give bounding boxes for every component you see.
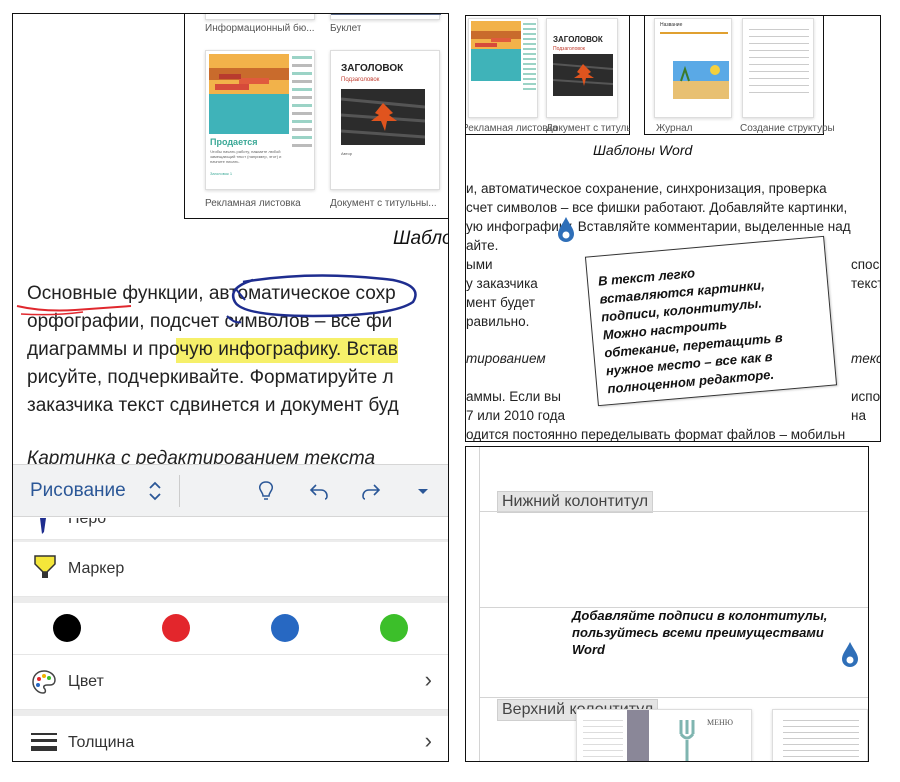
thumb-footer: Заголовок 1 (210, 171, 233, 176)
text-line: счет символов – все фишки работают. Доба… (466, 200, 848, 215)
fork-icon (679, 720, 695, 761)
text-fragment: ыми (466, 257, 493, 272)
page-margin-line (479, 447, 480, 761)
menu-item-label: Маркер (68, 560, 125, 577)
highlighter-icon (34, 555, 56, 578)
palette-icon (32, 670, 56, 694)
menu-item-label: Толщина (68, 734, 135, 751)
text-box-callout[interactable]: В текст легко вставляются картинки, подп… (584, 235, 838, 407)
redo-icon[interactable] (359, 479, 383, 503)
template-thumb-document[interactable] (772, 709, 868, 761)
text-line: ую инфографику. Вставляйте комментарии, … (466, 219, 851, 234)
template-thumb-menu[interactable]: МЕНЮ (576, 709, 752, 761)
template-caption: Документ с титульны... (546, 123, 630, 134)
template-caption: Журнал (656, 123, 693, 134)
menu-item-color[interactable]: Цвет › (13, 655, 448, 710)
swatch-black[interactable] (53, 614, 81, 642)
thumb-subtitle: Подзаголовок (553, 46, 585, 52)
drawing-toolbar: Рисование (13, 464, 448, 517)
paragraph-line: рисуйте, подчеркивайте. Форматируйте л (27, 367, 394, 388)
lake-photo (209, 54, 289, 134)
figure-caption: Шаблоны Word (593, 142, 693, 158)
leaf-photo (341, 89, 425, 145)
text-fragment: спос (851, 257, 880, 272)
dropdown-arrow-icon[interactable] (411, 479, 435, 503)
figure-caption: Шабло (393, 228, 449, 249)
menu-item-label: Цвет (68, 673, 104, 690)
footer-boundary (479, 511, 868, 512)
text-fragment: 7 или 2010 года (466, 408, 565, 423)
text-fragment: текст (851, 276, 881, 291)
text-fragment: мент будет (466, 295, 536, 310)
text-fragment: на (851, 408, 866, 423)
drag-handle-icon[interactable] (556, 217, 576, 243)
thumb-subtitle: Подзаголовок (341, 77, 380, 83)
thumb-title: ЗАГОЛОВОК (341, 63, 404, 74)
template-thumb-booklet[interactable] (330, 14, 441, 20)
chevron-right-icon: › (424, 728, 432, 753)
word-templates-screenshot: ЗАГОЛОВОК Подзаголовок Название Рекламна… (465, 15, 881, 442)
undo-icon[interactable] (307, 479, 331, 503)
thumb-title: ЗАГОЛОВОК (553, 35, 603, 44)
paragraph-line: заказчика текст сдвинется и документ буд (27, 395, 399, 416)
template-thumb-flyer[interactable]: Продается Чтобы начать работу, нажмите л… (205, 50, 315, 190)
template-thumb-flyer[interactable] (468, 18, 538, 118)
callout-text: В текст легко вставляются картинки, подп… (597, 265, 784, 397)
leaf-photo (553, 54, 613, 96)
swatch-red[interactable] (162, 614, 190, 642)
lightbulb-icon[interactable] (254, 479, 278, 503)
template-gallery: Информационный бю... Буклет Продается Чт… (184, 14, 448, 219)
lake-photo (471, 21, 521, 81)
text-fragment: равильно. (466, 314, 530, 329)
menu-item-thickness[interactable]: Толщина › (13, 716, 448, 761)
thumb-heading: Продается (210, 137, 258, 147)
text-fragment: у заказчика (466, 276, 538, 291)
footer-label: Нижний колонтитул (497, 491, 654, 513)
text-line: и, автоматическое сохранение, синхрониза… (466, 181, 827, 196)
ribbon-tab-selector[interactable]: Рисование (30, 480, 126, 502)
header-boundary (479, 697, 868, 698)
template-strip: ЗАГОЛОВОК Подзаголовок Название Рекламна… (466, 16, 880, 136)
text-fragment: испо (851, 389, 881, 404)
tab-switch-icon[interactable] (143, 479, 167, 503)
thumb-body: Чтобы начать работу, нажмите любой замещ… (210, 149, 282, 164)
beach-photo (673, 61, 729, 99)
thumb-title: Название (660, 22, 683, 28)
thumb-footer: Автор (341, 151, 352, 156)
drag-handle-icon[interactable] (840, 642, 860, 668)
template-thumb-outline[interactable] (742, 18, 814, 118)
template-caption: Информационный бю... (205, 23, 315, 34)
pen-icon (40, 518, 46, 534)
template-thumb-cover[interactable]: ЗАГОЛОВОК Подзаголовок Автор (330, 50, 440, 190)
thumb-title: МЕНЮ (707, 718, 733, 727)
footer-note: Добавляйте подписи в колонтитулы, пользу… (572, 608, 828, 657)
header-footer-screenshot: Нижний колонтитул Добавляйте подписи в к… (465, 446, 869, 762)
toolbar-divider (179, 475, 180, 507)
text-fragment: аммы. Если вы (466, 389, 561, 404)
text-line: одится постоянно переделывать формат фай… (466, 427, 846, 442)
template-thumb-journal[interactable]: Название (654, 18, 732, 118)
menu-item-label: Перо (68, 518, 107, 527)
swatch-green[interactable] (380, 614, 408, 642)
menu-item-marker[interactable]: Маркер (13, 542, 448, 597)
template-thumb-cover[interactable]: ЗАГОЛОВОК Подзаголовок (546, 18, 618, 118)
template-caption: Рекламная листовка (465, 123, 558, 134)
chevron-right-icon: › (424, 667, 432, 692)
paragraph-line: диаграммы и прочую инфографику. Встав (27, 336, 448, 364)
template-caption: Рекламная листовка (205, 198, 301, 209)
word-mobile-screenshot: Информационный бю... Буклет Продается Чт… (12, 13, 449, 762)
swatch-blue[interactable] (271, 614, 299, 642)
menu-item-pen[interactable]: Перо (13, 518, 448, 540)
template-caption: Буклет (330, 23, 362, 34)
line-weight-icon (31, 733, 57, 751)
text-fragment: тированием (466, 351, 546, 366)
template-caption: Создание структуры (740, 123, 835, 134)
text-fragment: текс (851, 351, 881, 366)
paragraph-text: диаграммы и прочую инфографику. Встав (27, 339, 398, 360)
template-caption: Документ с титульны... (330, 198, 437, 209)
template-thumb-newsletter[interactable] (205, 14, 315, 20)
